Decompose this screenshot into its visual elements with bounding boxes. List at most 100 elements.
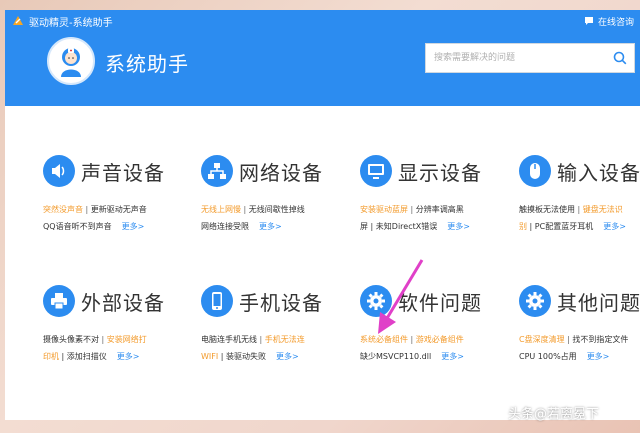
more-link[interactable]: 更多> bbox=[447, 222, 470, 231]
search-icon bbox=[613, 51, 627, 65]
problem-link[interactable]: 摄像头像素不对 bbox=[43, 335, 99, 344]
link-line: 无线上网慢 | 无线间歇性掉线 bbox=[201, 201, 356, 218]
more-link[interactable]: 更多> bbox=[603, 222, 626, 231]
link-line: 突然没声音 | 更新驱动无声音 bbox=[43, 201, 198, 218]
category-links: 电脑连手机无线 | 手机无法连 WIFI | 装驱动失败 更多> bbox=[201, 331, 356, 365]
category-links: 触摸板无法使用 | 键盘无法识别 | PC配置蓝牙耳机 更多> bbox=[519, 201, 640, 235]
problem-link[interactable]: 分辨率调高黑 bbox=[416, 205, 464, 214]
category-links: C盘深度清理 | 找不到指定文件 CPU 100%占用 更多> bbox=[519, 331, 640, 365]
link-line: 别 | PC配置蓝牙耳机 更多> bbox=[519, 218, 640, 235]
more-link[interactable]: 更多> bbox=[587, 352, 610, 361]
mouse-icon bbox=[519, 155, 551, 187]
problem-link[interactable]: | 添加扫描仪 bbox=[59, 352, 107, 361]
category-header[interactable]: 显示设备 bbox=[360, 151, 515, 191]
problem-link[interactable]: 键盘无法识 bbox=[583, 205, 623, 214]
category-links: 安装驱动蓝屏 | 分辨率调高黑屏 | 未知DirectX错误 更多> bbox=[360, 201, 515, 235]
more-link[interactable]: 更多> bbox=[276, 352, 299, 361]
link-line: 网络连接受限 更多> bbox=[201, 218, 356, 235]
link-line: QQ语音听不到声音 更多> bbox=[43, 218, 198, 235]
problem-link[interactable]: 更新驱动无声音 bbox=[91, 205, 147, 214]
category-card: 网络设备 无线上网慢 | 无线间歇性掉线 网络连接受限 更多> bbox=[201, 151, 356, 235]
category-header[interactable]: 输入设备 bbox=[519, 151, 640, 191]
separator: | bbox=[241, 205, 249, 214]
separator: | bbox=[257, 335, 265, 344]
problem-link[interactable]: 网络连接受限 bbox=[201, 222, 249, 231]
category-links: 无线上网慢 | 无线间歇性掉线 网络连接受限 更多> bbox=[201, 201, 356, 235]
more-link[interactable]: 更多> bbox=[441, 352, 464, 361]
separator: | bbox=[575, 205, 583, 214]
problem-link[interactable]: 触摸板无法使用 bbox=[519, 205, 575, 214]
category-title: 声音设备 bbox=[81, 160, 165, 185]
online-help-label: 在线咨询 bbox=[597, 17, 634, 28]
problem-link[interactable]: 手机无法连 bbox=[265, 335, 305, 344]
problem-link[interactable]: WIFI bbox=[201, 352, 218, 361]
separator: | bbox=[99, 335, 107, 344]
category-header[interactable]: 手机设备 bbox=[201, 281, 356, 321]
problem-link[interactable]: | 装驱动失败 bbox=[218, 352, 266, 361]
search-box bbox=[425, 43, 635, 73]
category-links: 摄像头像素不对 | 安装网络打印机 | 添加扫描仪 更多> bbox=[43, 331, 198, 365]
online-help-link[interactable]: 在线咨询 bbox=[584, 15, 634, 28]
app-logo-icon bbox=[13, 16, 23, 25]
title-bar: 驱动精灵-系统助手 在线咨询 bbox=[5, 10, 640, 32]
link-line: CPU 100%占用 更多> bbox=[519, 348, 640, 365]
category-header[interactable]: 网络设备 bbox=[201, 151, 356, 191]
category-title: 网络设备 bbox=[239, 160, 323, 185]
separator: | bbox=[83, 205, 91, 214]
search-input[interactable] bbox=[426, 44, 606, 72]
problem-link[interactable]: 无线上网慢 bbox=[201, 205, 241, 214]
annotation-arrow bbox=[378, 259, 424, 334]
more-link[interactable]: 更多> bbox=[117, 352, 140, 361]
app-window: 驱动精灵-系统助手 在线咨询 系统助手 搜索需要解决的问题 声音设备 突然没声音… bbox=[5, 10, 640, 420]
problem-link[interactable]: CPU 100%占用 bbox=[519, 352, 577, 361]
problem-link[interactable]: | PC配置蓝牙耳机 bbox=[527, 222, 594, 231]
problem-link[interactable]: 别 bbox=[519, 222, 527, 231]
link-line: WIFI | 装驱动失败 更多> bbox=[201, 348, 356, 365]
link-line: C盘深度清理 | 找不到指定文件 bbox=[519, 331, 640, 348]
problem-link[interactable]: QQ语音听不到声音 bbox=[43, 222, 112, 231]
category-header[interactable]: 声音设备 bbox=[43, 151, 198, 191]
window-title: 驱动精灵-系统助手 bbox=[29, 17, 113, 29]
problem-link[interactable]: 找不到指定文件 bbox=[572, 335, 628, 344]
category-title: 输入设备 bbox=[557, 160, 640, 185]
link-line: 印机 | 添加扫描仪 更多> bbox=[43, 348, 198, 365]
category-card: 显示设备安装驱动蓝屏 | 分辨率调高黑屏 | 未知DirectX错误 更多> bbox=[360, 151, 515, 235]
category-header[interactable]: 外部设备 bbox=[43, 281, 198, 321]
link-line: 缺少MSVCP110.dll 更多> bbox=[360, 348, 515, 365]
more-link[interactable]: 更多> bbox=[122, 222, 145, 231]
problem-link[interactable]: C盘深度清理 bbox=[519, 335, 565, 344]
problem-link[interactable]: 电脑连手机无线 bbox=[201, 335, 257, 344]
phone-icon bbox=[201, 285, 233, 317]
speaker-icon bbox=[43, 155, 75, 187]
category-card: 外部设备摄像头像素不对 | 安装网络打印机 | 添加扫描仪 更多> bbox=[43, 281, 198, 365]
watermark: 头条@若离冕下 bbox=[508, 407, 600, 422]
chat-icon bbox=[584, 17, 593, 25]
link-line: 触摸板无法使用 | 键盘无法识 bbox=[519, 201, 640, 218]
category-title: 显示设备 bbox=[398, 160, 482, 185]
search-button[interactable] bbox=[606, 44, 634, 72]
problem-link[interactable]: 印机 bbox=[43, 352, 59, 361]
problem-link[interactable]: 安装驱动蓝屏 bbox=[360, 205, 408, 214]
problem-link[interactable]: 无线间歇性掉线 bbox=[249, 205, 305, 214]
category-title: 手机设备 bbox=[239, 290, 323, 315]
more-link[interactable]: 更多> bbox=[259, 222, 282, 231]
category-links: 突然没声音 | 更新驱动无声音 QQ语音听不到声音 更多> bbox=[43, 201, 198, 235]
monitor-icon bbox=[360, 155, 392, 187]
printer-icon bbox=[43, 285, 75, 317]
page-title: 系统助手 bbox=[105, 52, 189, 76]
category-card: 输入设备 触摸板无法使用 | 键盘无法识别 | PC配置蓝牙耳机 更多> bbox=[519, 151, 640, 235]
link-line: 电脑连手机无线 | 手机无法连 bbox=[201, 331, 356, 348]
category-header[interactable]: 其他问题 bbox=[519, 281, 640, 321]
link-line: 安装驱动蓝屏 | 分辨率调高黑 bbox=[360, 201, 515, 218]
problem-link[interactable]: 屏 | 未知DirectX错误 bbox=[360, 222, 437, 231]
problem-link[interactable]: 突然没声音 bbox=[43, 205, 83, 214]
category-card: 声音设备突然没声音 | 更新驱动无声音 QQ语音听不到声音 更多> bbox=[43, 151, 198, 235]
network-icon bbox=[201, 155, 233, 187]
category-card: 其他问题 C盘深度清理 | 找不到指定文件 CPU 100%占用 更多> bbox=[519, 281, 640, 365]
category-card: 手机设备电脑连手机无线 | 手机无法连 WIFI | 装驱动失败 更多> bbox=[201, 281, 356, 365]
category-grid: 声音设备 突然没声音 | 更新驱动无声音 QQ语音听不到声音 更多> 网络设备 无线上网慢… bbox=[5, 106, 640, 420]
category-title: 外部设备 bbox=[81, 290, 165, 315]
problem-link[interactable]: 安装网络打 bbox=[107, 335, 147, 344]
problem-link[interactable]: 缺少MSVCP110.dll bbox=[360, 352, 431, 361]
link-line: 屏 | 未知DirectX错误 更多> bbox=[360, 218, 515, 235]
